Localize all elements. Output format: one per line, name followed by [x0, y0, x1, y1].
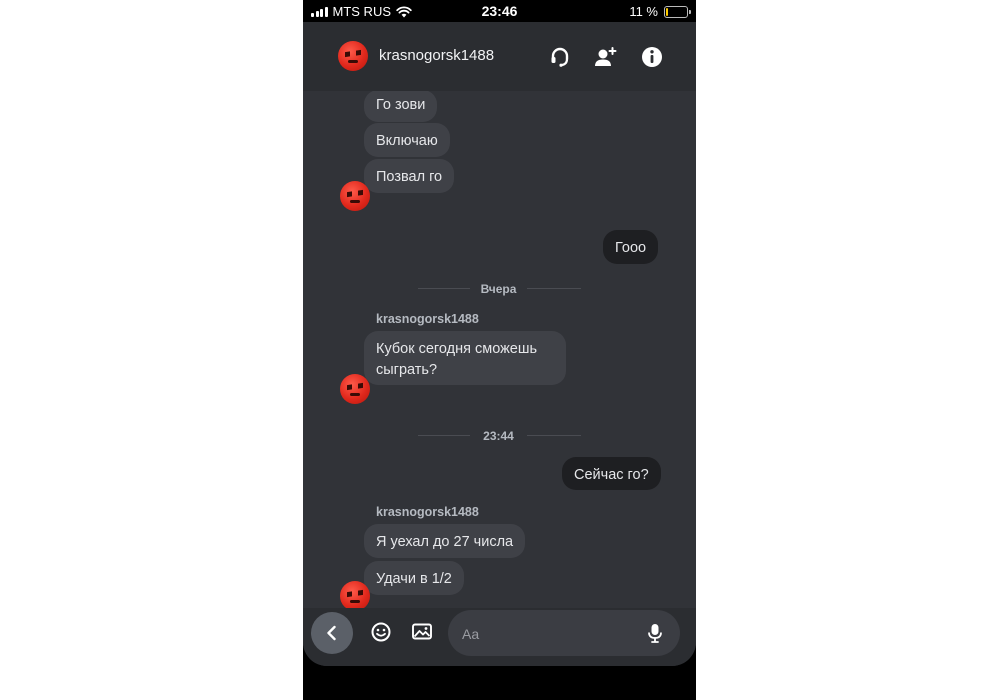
time-divider-label: 23:44 [483, 429, 514, 443]
message-bubble[interactable]: Включаю [364, 123, 450, 157]
image-icon[interactable] [410, 620, 434, 644]
date-divider-label: Вчера [480, 282, 517, 296]
chat-header: krasnogorsk1488 [303, 22, 696, 91]
message-text: Сейчас го? [574, 467, 649, 483]
time-divider-line [418, 435, 470, 436]
battery-percent: 11 % [629, 4, 658, 19]
info-icon[interactable] [639, 44, 665, 70]
header-avatar[interactable] [338, 41, 368, 71]
message-text: Удачи в 1/2 [376, 571, 452, 587]
emoji-icon[interactable] [369, 620, 393, 644]
message-text: Го зови [376, 97, 426, 113]
battery-level [666, 7, 668, 16]
message-text: Гооо [615, 240, 647, 256]
own-message-bubble[interactable]: Сейчас го? [562, 457, 661, 490]
sender-name[interactable]: krasnogorsk1488 [376, 505, 479, 519]
message-bubble[interactable]: Позвал го [364, 159, 455, 193]
mic-icon[interactable] [644, 622, 666, 644]
message-text-line: Кубок сегодня сможешь [376, 341, 538, 357]
message-text: Я уехал до 27 числа [376, 534, 514, 550]
back-arrow-icon[interactable] [311, 612, 353, 654]
message-bubble[interactable]: Я уехал до 27 числа [364, 524, 526, 558]
message-bubble[interactable]: Го зови [364, 90, 438, 122]
phone-frame: MTS RUS 23:46 11 % Го зови Включаю Позва… [303, 0, 696, 700]
battery-icon [664, 5, 691, 18]
own-message-bubble[interactable]: Гооо [603, 230, 659, 264]
message-text: Позвал го [376, 169, 443, 185]
chat-screen: Го зови Включаю Позвал го Гооо Вчера kra… [303, 22, 696, 666]
message-text-line: сыграть? [376, 362, 438, 378]
avatar[interactable] [340, 374, 370, 404]
avatar[interactable] [340, 581, 370, 611]
message-text: Включаю [376, 133, 438, 149]
message-bubble[interactable]: Кубок сегодня сможешь сыграть? [364, 331, 566, 385]
status-right: 11 % [629, 4, 691, 19]
status-bar: MTS RUS 23:46 11 % [303, 0, 696, 22]
message-input-wrapper [448, 610, 680, 658]
add-friend-icon[interactable] [592, 44, 618, 70]
date-divider-line [527, 288, 581, 289]
message-bubble[interactable]: Удачи в 1/2 [364, 561, 464, 595]
avatar[interactable] [340, 181, 370, 211]
time-divider-line [527, 435, 581, 436]
sender-name[interactable]: krasnogorsk1488 [376, 312, 479, 326]
chat-title[interactable]: krasnogorsk1488 [379, 47, 494, 64]
message-input[interactable] [460, 610, 644, 658]
headset-icon[interactable] [547, 44, 573, 70]
date-divider-line [418, 288, 470, 289]
